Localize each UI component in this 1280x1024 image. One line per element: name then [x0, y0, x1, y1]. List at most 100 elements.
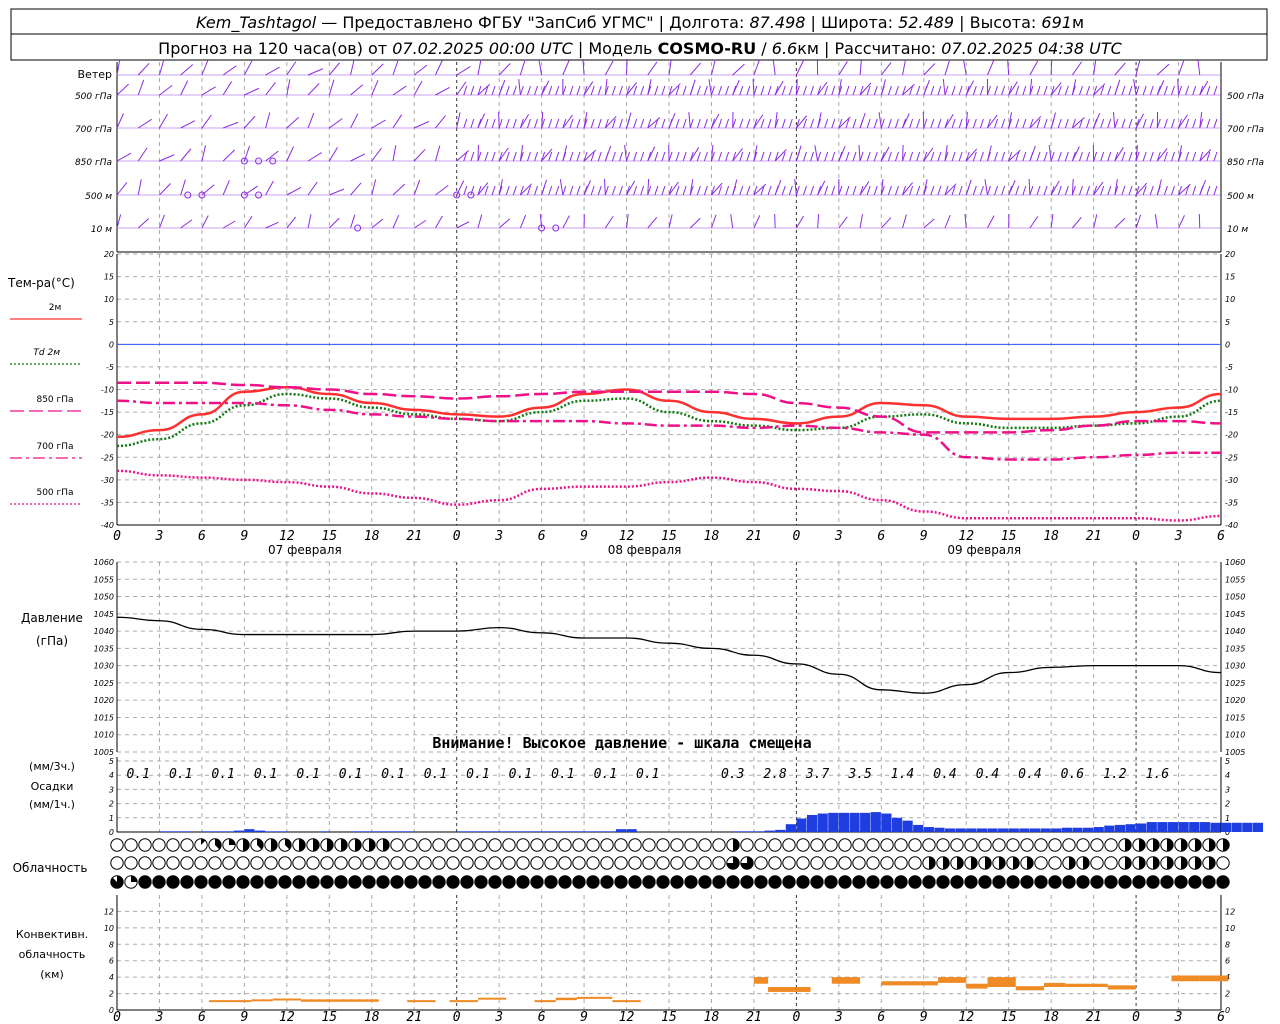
- cloud-symbol: [670, 856, 684, 870]
- wind-barb-flag: [887, 118, 892, 129]
- precip-bar: [976, 828, 988, 832]
- wind-barb: [180, 80, 189, 96]
- conv-hour-tick: 12: [619, 1010, 635, 1024]
- cloud-circle: [866, 838, 880, 852]
- cloud-symbol: [1034, 875, 1048, 889]
- wind-barb: [519, 214, 527, 229]
- cloud-symbol: [544, 856, 558, 870]
- wind-barb: [159, 113, 168, 129]
- temp-hour-tick: 6: [1217, 529, 1225, 544]
- precip-3h-label: 0.1: [169, 767, 192, 782]
- cloud-symbol: [558, 875, 572, 889]
- cloud-circle: [404, 838, 418, 852]
- wind-barb: [307, 152, 322, 162]
- cloud-circle: [390, 875, 404, 889]
- pressure-ytick: 1030: [94, 662, 114, 671]
- wind-barb-flag: [1213, 185, 1218, 196]
- cloud-symbol: [264, 875, 278, 889]
- wind-barb-flag: [958, 185, 963, 196]
- precip-bar: [573, 831, 584, 832]
- cloud-symbol: [334, 856, 348, 870]
- wind-barb-flag: [767, 85, 772, 96]
- wind-barb-flag: [1064, 85, 1069, 96]
- wind-barb-flag: [463, 118, 468, 129]
- wind-barb-flag: [1213, 85, 1218, 96]
- wind-barb: [350, 84, 364, 96]
- cloud-circle: [166, 856, 180, 870]
- wind-barb-flag: [611, 151, 616, 162]
- precip-bar: [923, 827, 934, 832]
- wind-barb: [307, 112, 315, 129]
- wind-barb-flag: [1015, 85, 1020, 96]
- wind-barb-flag: [491, 151, 496, 162]
- cloud-fill: [733, 838, 740, 852]
- conv-bar: [753, 977, 769, 984]
- cloud-circle: [320, 856, 334, 870]
- cloud-symbol: [586, 875, 600, 889]
- wind-barb: [137, 79, 145, 96]
- cloud-fill: [1223, 838, 1230, 852]
- cloud-circle: [530, 856, 544, 870]
- wind-barb: [158, 59, 165, 76]
- precip-bar: [584, 831, 595, 832]
- cloud-circle: [824, 856, 838, 870]
- cloud-symbol: [866, 856, 880, 870]
- cloud-symbol: [894, 838, 908, 852]
- cloud-circle: [446, 838, 460, 852]
- cloud-circle: [110, 838, 124, 852]
- wind-barb: [1050, 82, 1062, 96]
- precip-bar: [499, 831, 510, 832]
- wind-barb: [413, 64, 428, 76]
- cloud-fill: [943, 856, 950, 870]
- cloud-fill: [1181, 838, 1188, 852]
- wind-barb-flag: [958, 151, 963, 162]
- conv-ytick: 12: [1225, 907, 1235, 916]
- wind-barb-flag: [1022, 85, 1027, 96]
- wind-barb-flag: [1064, 151, 1069, 162]
- cloud-circle: [628, 838, 642, 852]
- wind-barb: [158, 214, 165, 229]
- cloud-circle: [670, 838, 684, 852]
- cloud-circle: [1118, 875, 1132, 889]
- cloud-symbol: [488, 856, 502, 870]
- temp-ytick: -10: [1225, 386, 1238, 395]
- cloud-symbol: [264, 856, 278, 870]
- cloud-circle: [474, 875, 488, 889]
- wind-barb: [795, 215, 805, 229]
- wind-barb: [944, 59, 951, 76]
- wind-title: Ветер: [78, 68, 112, 81]
- wind-barb: [222, 149, 236, 162]
- cloud-symbol: [1090, 875, 1104, 889]
- cloud-circle: [138, 875, 152, 889]
- cloud-symbol: [600, 875, 614, 889]
- wind-barb: [1029, 216, 1039, 229]
- cloud-symbol: [656, 838, 670, 852]
- cloud-circle: [194, 875, 208, 889]
- temp-hour-tick: 18: [1043, 529, 1059, 544]
- conv-hour-tick: 6: [877, 1010, 885, 1024]
- cloud-circle: [684, 875, 698, 889]
- cloud-symbol: [740, 838, 754, 852]
- cloud-symbol: [362, 875, 376, 889]
- precip-ytick: 2: [109, 800, 114, 809]
- wind-barb: [626, 58, 628, 76]
- wind-barb-flag: [562, 185, 567, 196]
- cloud-symbol: [166, 875, 180, 889]
- wind-barb-flag: [866, 185, 871, 196]
- wind-barb-flag: [972, 151, 977, 162]
- precip-bar: [1019, 828, 1030, 832]
- precip-bar: [1157, 822, 1168, 832]
- cloud-circle: [866, 856, 880, 870]
- wind-barb: [477, 182, 489, 196]
- cloud-symbol: [124, 856, 138, 870]
- wind-barb: [265, 150, 279, 162]
- wind-barb-flag: [611, 185, 616, 196]
- precip-bar: [1125, 824, 1136, 832]
- cloud-symbol: [544, 838, 558, 852]
- cloud-symbol: [446, 838, 460, 852]
- cloud-symbol: [614, 856, 628, 870]
- wind-barb-flag: [909, 118, 914, 129]
- wind-barb: [604, 60, 614, 76]
- cloud-circle: [278, 856, 292, 870]
- wind-barb: [159, 183, 171, 196]
